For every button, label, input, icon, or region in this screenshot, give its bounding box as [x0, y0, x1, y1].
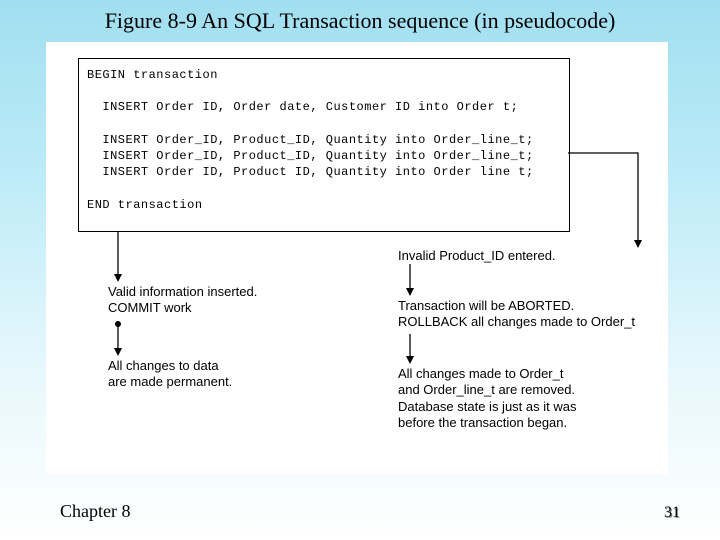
text-commit-work: COMMIT work — [108, 300, 192, 315]
text-permanent-2: are made permanent. — [108, 374, 232, 389]
connector-right-elbow — [568, 150, 658, 260]
text-valid-info: Valid information inserted. — [108, 284, 257, 299]
annotation-permanent: All changes to data are made permanent. — [108, 358, 308, 391]
text-removed-1: All changes made to Order_t — [398, 366, 563, 381]
slide: Figure 8-9 An SQL Transaction sequence (… — [0, 0, 720, 540]
text-removed-4: before the transaction began. — [398, 415, 567, 430]
text-abort: Transaction will be ABORTED. — [398, 298, 574, 313]
pseudocode: BEGIN transaction INSERT Order ID, Order… — [79, 59, 569, 219]
code-box: BEGIN transaction INSERT Order ID, Order… — [78, 58, 570, 232]
code-line-3: INSERT Order_ID, Product_ID, Quantity in… — [87, 149, 534, 163]
code-line-1: INSERT Order ID, Order date, Customer ID… — [87, 100, 518, 114]
text-removed-2: and Order_line_t are removed. — [398, 382, 575, 397]
code-begin: BEGIN transaction — [87, 68, 218, 82]
annotation-valid-commit: Valid information inserted. COMMIT work — [108, 284, 308, 317]
annotation-invalid-product: Invalid Product_ID entered. — [398, 248, 638, 264]
code-line-2: INSERT Order_ID, Product_ID, Quantity in… — [87, 133, 534, 147]
arrow-right-abort-to-removed — [405, 334, 425, 366]
footer-chapter: Chapter 8 — [60, 501, 130, 522]
text-rollback: ROLLBACK all changes made to Order_t — [398, 314, 635, 329]
code-line-4: INSERT Order ID, Product ID, Quantity in… — [87, 165, 534, 179]
text-permanent-1: All changes to data — [108, 358, 219, 373]
arrow-left-end-to-valid — [113, 232, 133, 284]
text-removed-3: Database state is just as it was — [398, 399, 576, 414]
arrow-right-invalid-to-abort — [405, 264, 425, 298]
annotation-abort-rollback: Transaction will be ABORTED. ROLLBACK al… — [398, 298, 658, 331]
footer-page-number: 31 — [664, 504, 680, 522]
code-end: END transaction — [87, 198, 203, 212]
arrow-left-commit-to-permanent — [113, 320, 133, 358]
annotation-removed-state: All changes made to Order_t and Order_li… — [398, 366, 658, 431]
text-invalid-product: Invalid Product_ID entered. — [398, 248, 556, 263]
figure-title: Figure 8-9 An SQL Transaction sequence (… — [0, 8, 720, 34]
